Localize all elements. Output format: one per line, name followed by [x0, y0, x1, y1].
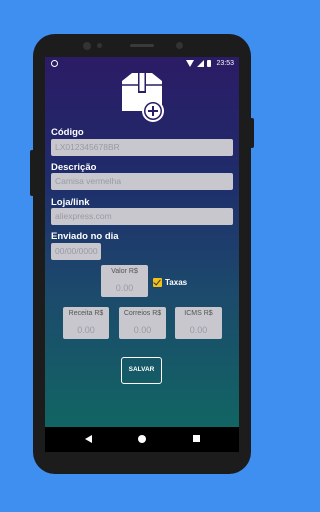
- signal-icon: [197, 60, 204, 67]
- save-button[interactable]: SALVAR: [121, 357, 162, 384]
- valor-input[interactable]: Valor R$ 0.00: [101, 265, 148, 297]
- receita-label: Receita R$: [68, 310, 104, 317]
- valor-label: Valor R$: [111, 268, 138, 275]
- volume-button: [30, 150, 34, 196]
- status-bar: 23:53: [45, 57, 239, 72]
- enviado-label: Enviado no dia: [51, 231, 119, 242]
- navigation-bar: [45, 427, 239, 452]
- add-package-icon: [122, 73, 164, 122]
- receita-input[interactable]: Receita R$ 0.00: [63, 307, 109, 339]
- icms-label: ICMS R$: [184, 310, 213, 317]
- loja-input[interactable]: aliexpress.com: [51, 208, 233, 225]
- light-sensor: [176, 42, 183, 49]
- wifi-icon: [186, 60, 194, 67]
- codigo-label: Código: [51, 127, 84, 138]
- correios-value: 0.00: [133, 325, 152, 335]
- valor-value: 0.00: [115, 283, 134, 293]
- sync-icon: [51, 60, 58, 67]
- descricao-input[interactable]: Camisa vermelha: [51, 173, 233, 190]
- proximity-sensor: [97, 43, 102, 48]
- icms-value: 0.00: [189, 325, 208, 335]
- taxas-label: Taxas: [165, 278, 188, 287]
- correios-input[interactable]: Correios R$ 0.00: [119, 307, 166, 339]
- power-button: [250, 118, 254, 148]
- status-icons: [186, 60, 211, 67]
- app-screen: 23:53 Código LX012345678BR Descrição Cam…: [45, 57, 239, 452]
- back-icon[interactable]: [85, 435, 92, 443]
- correios-label: Correios R$: [123, 310, 162, 317]
- recent-apps-icon[interactable]: [193, 435, 200, 442]
- check-icon: [153, 277, 161, 286]
- codigo-input[interactable]: LX012345678BR: [51, 139, 233, 156]
- status-time: 23:53: [216, 60, 234, 67]
- enviado-date-input[interactable]: 00/00/0000: [51, 243, 101, 260]
- front-camera: [83, 42, 91, 50]
- battery-icon: [207, 60, 211, 67]
- descricao-label: Descrição: [51, 162, 97, 173]
- taxas-checkbox[interactable]: [153, 277, 162, 287]
- speaker: [130, 44, 154, 47]
- receita-value: 0.00: [77, 325, 95, 335]
- loja-label: Loja/link: [51, 197, 90, 208]
- icms-input[interactable]: ICMS R$ 0.00: [175, 307, 222, 339]
- home-icon[interactable]: [138, 435, 146, 443]
